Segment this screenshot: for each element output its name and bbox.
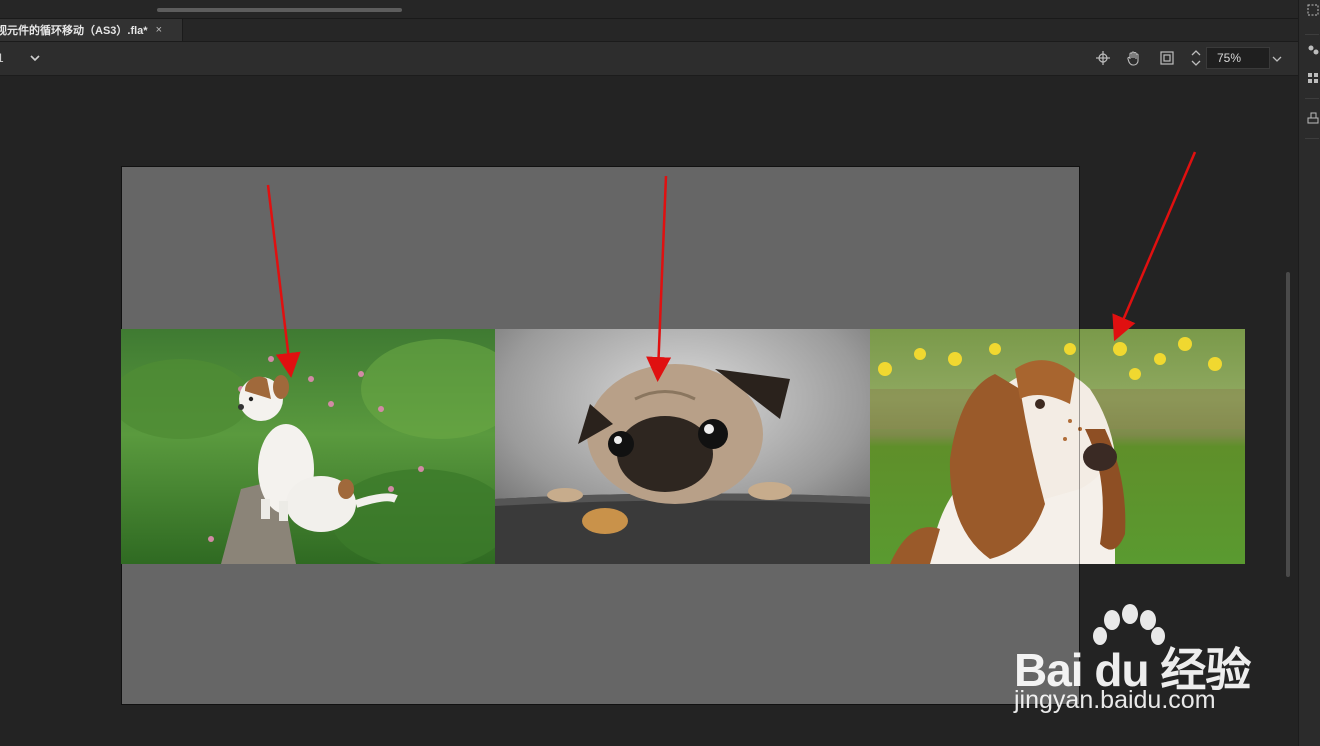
chevron-down-icon[interactable] [30,53,40,63]
transform-icon[interactable] [1307,4,1319,16]
library-icon[interactable] [1307,44,1319,56]
center-stage-icon[interactable] [1095,50,1111,66]
clip-stage-icon[interactable] [1159,50,1175,66]
align-panel-icon[interactable] [1307,112,1319,124]
scene-label: 1 [0,51,4,65]
vertical-scrollbar[interactable] [1286,272,1290,577]
horizontal-scrollbar[interactable] [157,8,402,12]
document-tab[interactable]: 视元件的循环移动（AS3）.fla* × [0,19,183,41]
document-tab-title: 视元件的循环移动（AS3）.fla* [0,25,148,37]
panel-separator [1305,138,1319,139]
zoom-dropdown-icon[interactable] [1272,54,1282,64]
zoom-input[interactable]: 75% [1206,47,1270,69]
puppy-photo[interactable] [121,329,495,564]
grid-panel-icon[interactable] [1307,72,1319,84]
basset-photo[interactable] [870,329,1245,564]
top-strip [0,0,1298,19]
zoom-stepper-icon[interactable] [1190,47,1202,69]
stage-boundary [1079,329,1080,564]
right-panel-dock [1298,0,1320,746]
scene-selector[interactable]: 1 [0,51,40,65]
panel-separator [1305,34,1319,35]
edit-toolbar: 1 75% [0,42,1298,76]
rotate-hand-icon[interactable] [1126,50,1142,66]
pug-photo[interactable] [495,329,870,564]
close-tab-icon[interactable]: × [156,24,162,36]
watermark-url: jingyan.baidu.com [1014,686,1216,714]
document-tabbar: 视元件的循环移动（AS3）.fla* × [0,19,1298,42]
panel-separator [1305,98,1319,99]
